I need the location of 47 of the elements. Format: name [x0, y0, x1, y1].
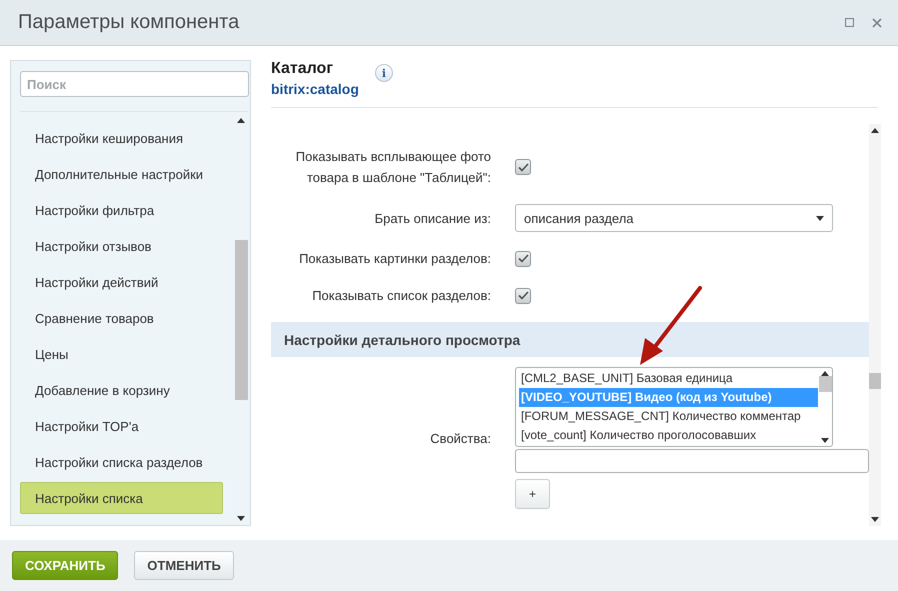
scrollbar-thumb[interactable]: [869, 373, 881, 389]
sidebar-item[interactable]: Добавление в корзину: [20, 374, 223, 406]
sidebar-item[interactable]: Настройки списка: [20, 482, 223, 514]
sidebar-item[interactable]: Цены: [20, 338, 223, 370]
dropdown[interactable]: описания раздела: [515, 204, 833, 232]
section-header: Настройки детального просмотра: [271, 322, 869, 357]
component-code: bitrix:catalog: [271, 81, 359, 97]
sidebar-item[interactable]: Настройки списка разделов: [20, 446, 223, 478]
check-mark-icon: [518, 291, 528, 300]
sidebar-item[interactable]: Дополнительные настройки: [20, 158, 223, 190]
checkbox[interactable]: [515, 250, 531, 266]
scroll-down-icon[interactable]: [821, 438, 829, 443]
checkbox[interactable]: [515, 159, 531, 175]
setting-label: Показывать картинки разделов:: [298, 250, 491, 268]
list-option[interactable]: [vote_count] Количество проголосовавших: [519, 426, 818, 445]
setting-label: Брать описание из:: [374, 210, 491, 228]
close-icon[interactable]: [870, 16, 884, 30]
setting-label: Показывать всплывающее фото товара в шаблоне "Таблицей":: [294, 148, 491, 187]
setting-label: Показывать список разделов:: [311, 287, 491, 305]
sidebar-item[interactable]: Настройки кеширования: [20, 122, 223, 154]
scrollbar-thumb[interactable]: [818, 376, 832, 392]
sidebar-item[interactable]: Настройки фильтра: [20, 194, 223, 226]
setting-label: Свойства:: [429, 430, 491, 448]
search-field[interactable]: Поиск: [20, 71, 249, 97]
info-icon[interactable]: i: [374, 64, 393, 82]
scroll-down-icon[interactable]: [871, 517, 879, 522]
dropdown-caret-icon[interactable]: [816, 216, 824, 220]
list-option[interactable]: [FORUM_MESSAGE_CNT] Количество комментар: [519, 407, 818, 426]
scroll-up-icon[interactable]: [871, 128, 879, 133]
scroll-down-icon[interactable]: [237, 516, 245, 521]
component-title: Каталог: [271, 60, 334, 78]
list-option[interactable]: [CML2_BASE_UNIT] Базовая единица: [519, 369, 818, 388]
check-mark-icon: [518, 162, 528, 172]
property-listbox[interactable]: [CML2_BASE_UNIT] Базовая единица [VIDEO_YOUTUBE] Видео (код из Youtube) [FORUM_MESSAGE_CNT] Количество комментар [vote_count] Количество проголосовавших: [515, 367, 833, 447]
add-button[interactable]: +: [515, 479, 550, 509]
checkbox[interactable]: [515, 288, 531, 304]
sidebar-item[interactable]: Настройки TOP'а: [20, 410, 223, 442]
maximize-icon[interactable]: [842, 16, 856, 30]
input-field[interactable]: [515, 449, 869, 473]
sidebar-item[interactable]: Сравнение товаров: [20, 302, 223, 334]
cancel-button[interactable]: ОТМЕНИТЬ: [134, 551, 234, 580]
scrollbar-thumb[interactable]: [234, 240, 248, 400]
check-mark-icon: [518, 254, 528, 263]
sidebar-item[interactable]: Настройки действий: [20, 266, 223, 298]
scroll-up-icon[interactable]: [237, 118, 245, 123]
window-title: Параметры компонента: [18, 11, 240, 34]
sidebar-item[interactable]: Настройки отзывов: [20, 230, 223, 262]
